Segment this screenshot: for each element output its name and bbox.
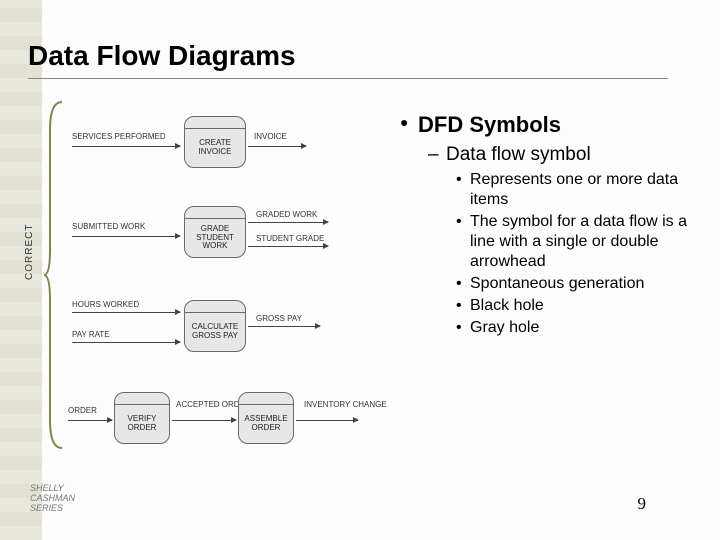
flow-label: INVENTORY CHANGE [304,400,387,409]
bullet-item: Represents one or more data items [456,170,700,210]
flow-label: GROSS PAY [256,314,302,323]
arrow-icon [248,326,320,327]
flow-label: INVOICE [254,132,287,141]
flow-label: GRADED WORK [256,210,317,219]
arrow-icon [72,146,180,147]
flow-label: SERVICES PERFORMED [72,132,166,141]
process-box: CREATE INVOICE [184,116,246,168]
arrow-icon [248,146,306,147]
flow-label: HOURS WORKED [72,300,139,309]
dfd-diagram: CORRECT SERVICES PERFORMED CREATE INVOIC… [72,100,392,460]
example-row-2: SUBMITTED WORK GRADE STUDENT WORK GRADED… [72,200,392,272]
sidebar-decoration [0,0,42,540]
brace-icon [42,100,64,450]
bullet-subheading: Data flow symbol [428,144,700,166]
process-box: CALCULATE GROSS PAY [184,300,246,352]
arrow-icon [72,342,180,343]
arrow-icon [72,236,180,237]
example-row-1: SERVICES PERFORMED CREATE INVOICE INVOIC… [72,110,392,182]
bullet-heading: DFD Symbols [400,112,700,138]
page-number: 9 [638,494,647,514]
arrow-icon [248,246,328,247]
title-underline [28,78,668,79]
arrow-icon [68,420,112,421]
flow-label: STUDENT GRADE [256,234,324,243]
arrow-icon [248,222,328,223]
process-box: ASSEMBLE ORDER [238,392,294,444]
arrow-icon [172,420,236,421]
process-box: VERIFY ORDER [114,392,170,444]
content-pane: DFD Symbols Data flow symbol Represents … [400,112,700,340]
example-row-4: ORDER VERIFY ORDER ACCEPTED ORDER ASSEMB… [72,390,392,462]
bullet-item: Gray hole [456,318,700,338]
flow-label: SUBMITTED WORK [72,222,145,231]
correct-label: CORRECT [24,224,35,280]
arrow-icon [72,312,180,313]
process-box: GRADE STUDENT WORK [184,206,246,258]
bullet-item: Black hole [456,296,700,316]
arrow-icon [296,420,358,421]
bullet-item: The symbol for a data flow is a line wit… [456,212,700,272]
flow-label: ORDER [68,406,97,415]
example-row-3: HOURS WORKED PAY RATE CALCULATE GROSS PA… [72,290,392,362]
page-title: Data Flow Diagrams [28,40,296,72]
flow-label: PAY RATE [72,330,110,339]
publisher-logo: SHELLY CASHMAN SERIES [30,484,75,514]
bullet-item: Spontaneous generation [456,274,700,294]
